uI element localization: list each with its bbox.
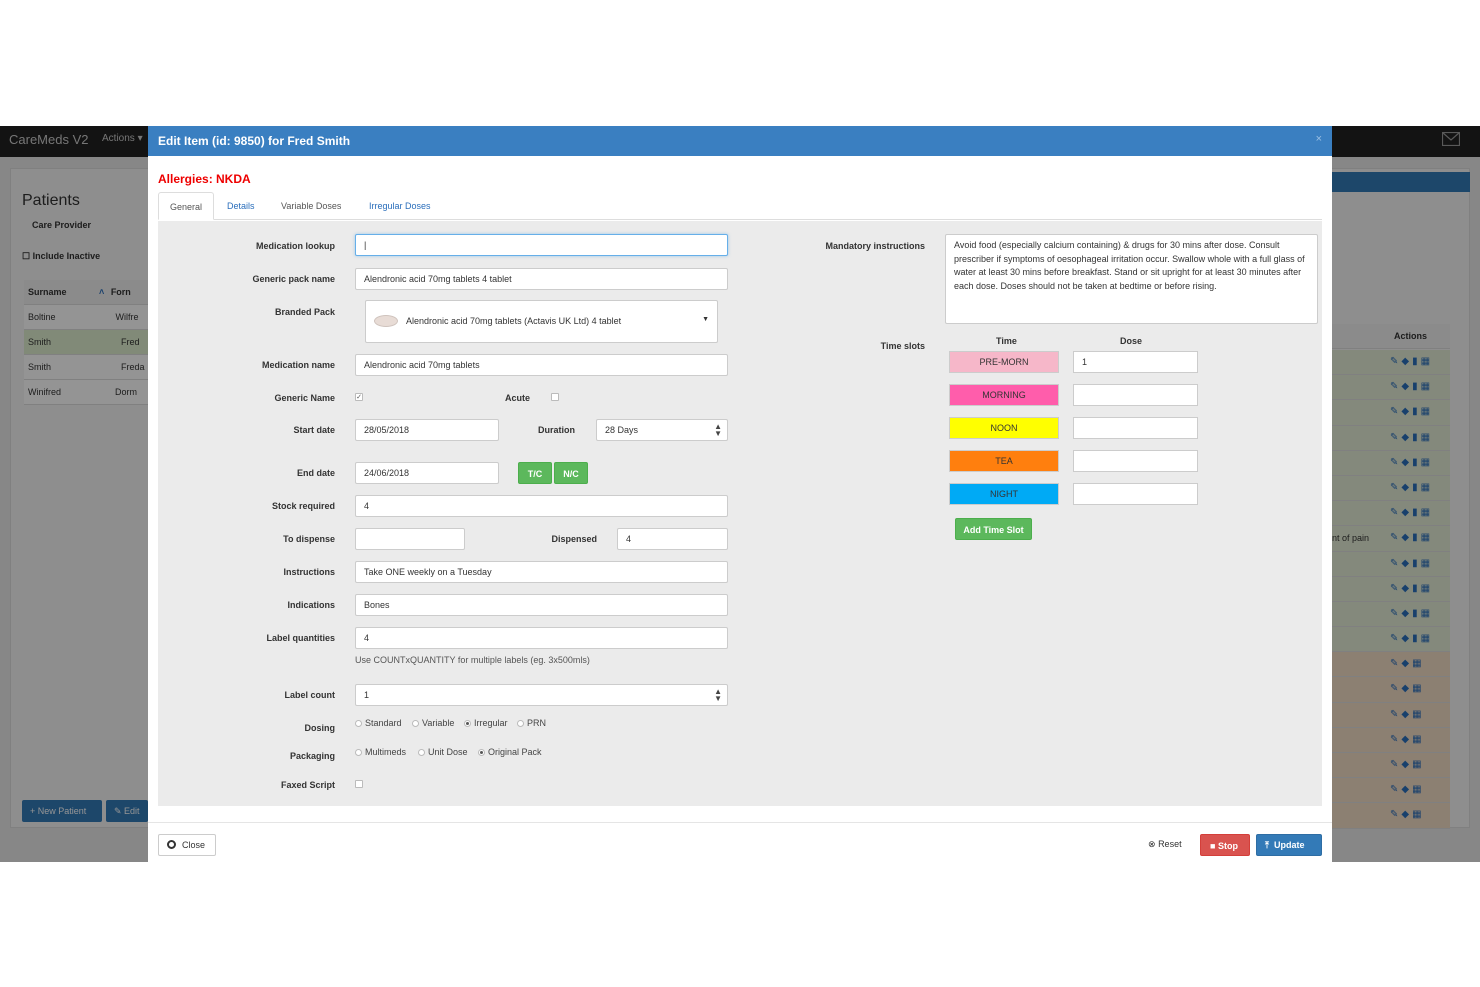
acute-label: Acute [505,393,531,403]
generic-pack-name-label: Generic pack name [252,274,335,284]
branded-pack-select[interactable]: Alendronic acid 70mg tablets (Actavis UK… [365,300,718,343]
label-count-select[interactable]: 1 ▲ ▼ [355,684,728,706]
dose-input[interactable] [1073,384,1198,406]
end-date-input[interactable]: 24/06/2018 [355,462,499,484]
label-quantities-label: Label quantities [266,633,335,643]
add-time-slot-button[interactable]: Add Time Slot [955,518,1032,540]
indications-label: Indications [287,600,335,610]
update-button[interactable]: ⤒ Update [1256,834,1322,856]
tab-details[interactable]: Details [216,192,266,220]
medication-name-label: Medication name [261,360,335,370]
acute-checkbox[interactable] [551,393,559,401]
tab-general[interactable]: General [158,192,215,220]
to-dispense-input[interactable] [355,528,465,550]
generic-name-label: Generic Name [274,393,335,403]
to-dispense-label: To dispense [283,534,335,544]
general-form: Medication lookup | Generic pack name Al… [158,221,1322,806]
label-quantities-help: Use COUNTxQUANTITY for multiple labels (… [355,655,590,665]
instructions-input[interactable]: Take ONE weekly on a Tuesday [355,561,728,583]
app-background: CareMeds V2 Actions ▾ Patients Care Prov… [0,126,1480,862]
faxed-script-checkbox[interactable] [355,780,363,788]
faxed-script-label: Faxed Script [280,780,335,790]
modal-title: Edit Item (id: 9850) for Fred Smith [158,134,351,148]
upload-icon: ⤒ [1265,840,1269,850]
packaging-label: Packaging [289,751,335,761]
time-column-header: Time [996,336,1017,346]
tab-irregular-doses[interactable]: Irregular Doses [358,192,442,220]
circle-icon [167,840,176,849]
mandatory-instructions-label: Mandatory instructions [825,241,925,251]
packaging-original-pack-radio[interactable]: Original Pack [478,747,542,757]
mandatory-instructions-textarea[interactable]: Avoid food (especially calcium containin… [945,234,1318,324]
tab-variable-doses[interactable]: Variable Doses [270,192,352,220]
dosing-variable-radio[interactable]: Variable [412,718,454,728]
dose-input[interactable] [1073,417,1198,439]
branded-pack-label: Branded Pack [274,307,335,317]
time-slots-label: Time slots [880,341,925,351]
time-slot-tea[interactable]: TEA [949,450,1059,472]
stock-required-input[interactable]: 4 [355,495,728,517]
edit-item-modal: Edit Item (id: 9850) for Fred Smith × Al… [148,126,1332,862]
medication-lookup-input[interactable]: | [355,234,728,256]
time-slot-morning[interactable]: MORNING [949,384,1059,406]
close-icon[interactable]: × [1316,133,1322,145]
tc-button[interactable]: T/C [518,462,552,484]
end-date-label: End date [296,468,335,478]
updown-icon: ▲ ▼ [714,687,722,703]
start-date-label: Start date [293,425,335,435]
reset-icon: ⊗ [1148,839,1156,849]
dose-column-header: Dose [1120,336,1143,346]
updown-icon: ▲ ▼ [714,422,722,438]
close-button[interactable]: Close [158,834,216,856]
dosing-standard-radio[interactable]: Standard [355,718,402,728]
time-slot-noon[interactable]: NOON [949,417,1059,439]
label-count-value: 1 [364,690,370,700]
reset-button[interactable]: ⊗ Reset [1148,839,1182,850]
nc-button[interactable]: N/C [554,462,588,484]
dosing-label: Dosing [304,723,336,733]
label-count-label: Label count [284,690,335,700]
indications-input[interactable]: Bones [355,594,728,616]
instructions-label: Instructions [283,567,335,577]
duration-select[interactable]: 28 Days ▲ ▼ [596,419,728,441]
stop-button[interactable]: ■ Stop [1200,834,1250,856]
stop-icon: ■ [1210,841,1216,851]
dose-input[interactable] [1073,483,1198,505]
pill-icon [374,315,398,327]
time-slot-night[interactable]: NIGHT [949,483,1059,505]
modal-footer: Close ⊗ Reset ■ Stop ⤒ Update [148,822,1332,862]
dosing-prn-radio[interactable]: PRN [517,718,546,728]
packaging-unit-dose-radio[interactable]: Unit Dose [418,747,468,757]
dosing-irregular-radio[interactable]: Irregular [464,718,508,728]
medication-name-input[interactable]: Alendronic acid 70mg tablets [355,354,728,376]
allergies-label: Allergies: NKDA [158,172,251,186]
caret-down-icon: ▼ [702,316,709,323]
dose-input[interactable]: 1 [1073,351,1198,373]
modal-header: Edit Item (id: 9850) for Fred Smith × [148,126,1332,156]
modal-tabs: General Details Variable Doses Irregular… [158,192,1322,220]
medication-lookup-label: Medication lookup [255,241,335,251]
duration-label: Duration [538,425,575,435]
packaging-multimeds-radio[interactable]: Multimeds [355,747,406,757]
stock-required-label: Stock required [271,501,335,511]
generic-pack-name-input[interactable]: Alendronic acid 70mg tablets 4 tablet [355,268,728,290]
duration-value: 28 Days [605,425,639,435]
label-quantities-input[interactable]: 4 [355,627,728,649]
dose-input[interactable] [1073,450,1198,472]
branded-pack-value: Alendronic acid 70mg tablets (Actavis UK… [406,316,622,326]
dispensed-input[interactable]: 4 [617,528,728,550]
generic-name-checkbox[interactable]: ✓ [355,393,363,401]
time-slot-pre-morn[interactable]: PRE-MORN [949,351,1059,373]
dispensed-label: Dispensed [551,534,597,544]
